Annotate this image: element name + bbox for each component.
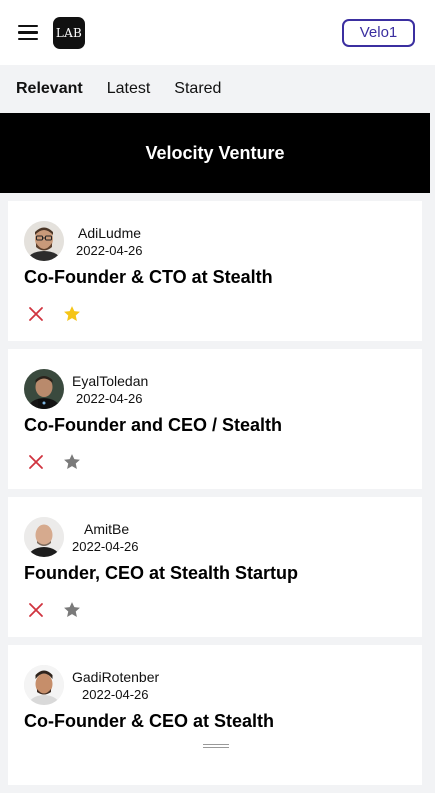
author-name[interactable]: GadiRotenber (72, 669, 159, 685)
post-title[interactable]: Founder, CEO at Stealth Startup (24, 563, 406, 584)
post-date: 2022-04-26 (72, 539, 139, 554)
avatar (24, 665, 64, 705)
feed-card[interactable]: GadiRotenber 2022-04-26 Co-Founder & CEO… (8, 645, 422, 785)
feed-card[interactable]: AmitBe 2022-04-26 Founder, CEO at Stealt… (8, 497, 422, 637)
banner-title: Velocity Venture (145, 142, 285, 163)
avatar (24, 221, 64, 261)
post-date: 2022-04-26 (76, 391, 143, 406)
author-name[interactable]: AmitBe (84, 521, 129, 537)
account-button[interactable]: Velo1 (342, 18, 415, 47)
post-title[interactable]: Co-Founder & CEO at Stealth (24, 711, 406, 732)
star-icon (64, 454, 80, 469)
tab-latest[interactable]: Latest (107, 80, 151, 98)
dismiss-button[interactable] (24, 302, 48, 326)
close-icon (29, 455, 43, 469)
dismiss-button[interactable] (24, 598, 48, 622)
post-title[interactable]: Co-Founder & CTO at Stealth (24, 267, 406, 288)
feed-card[interactable]: AdiLudme 2022-04-26 Co-Founder & CTO at … (8, 201, 422, 341)
menu-icon[interactable] (18, 24, 38, 41)
feed-tabs: Relevant Latest Stared (0, 65, 435, 113)
feed-card[interactable]: EyalToledan 2022-04-26 Co-Founder and CE… (8, 349, 422, 489)
close-icon (29, 307, 43, 321)
author-name[interactable]: EyalToledan (72, 373, 148, 389)
dismiss-button[interactable] (24, 450, 48, 474)
post-title[interactable]: Co-Founder and CEO / Stealth (24, 415, 406, 436)
feed-list: AdiLudme 2022-04-26 Co-Founder & CTO at … (8, 201, 422, 793)
tab-stared[interactable]: Stared (174, 80, 221, 98)
post-date: 2022-04-26 (76, 243, 143, 258)
star-button[interactable] (60, 598, 84, 622)
star-filled-icon (64, 306, 80, 321)
avatar (24, 369, 64, 409)
page-banner: Velocity Venture (0, 113, 430, 193)
post-date: 2022-04-26 (82, 687, 149, 702)
star-button[interactable] (60, 302, 84, 326)
close-icon (29, 603, 43, 617)
app-logo[interactable]: LAB (53, 16, 85, 49)
author-name[interactable]: AdiLudme (78, 225, 141, 241)
drag-handle-icon[interactable] (203, 744, 229, 751)
star-button[interactable] (60, 450, 84, 474)
tab-relevant[interactable]: Relevant (16, 80, 83, 98)
avatar (24, 517, 64, 557)
top-bar: LAB Velo1 (0, 0, 435, 65)
star-icon (64, 602, 80, 617)
